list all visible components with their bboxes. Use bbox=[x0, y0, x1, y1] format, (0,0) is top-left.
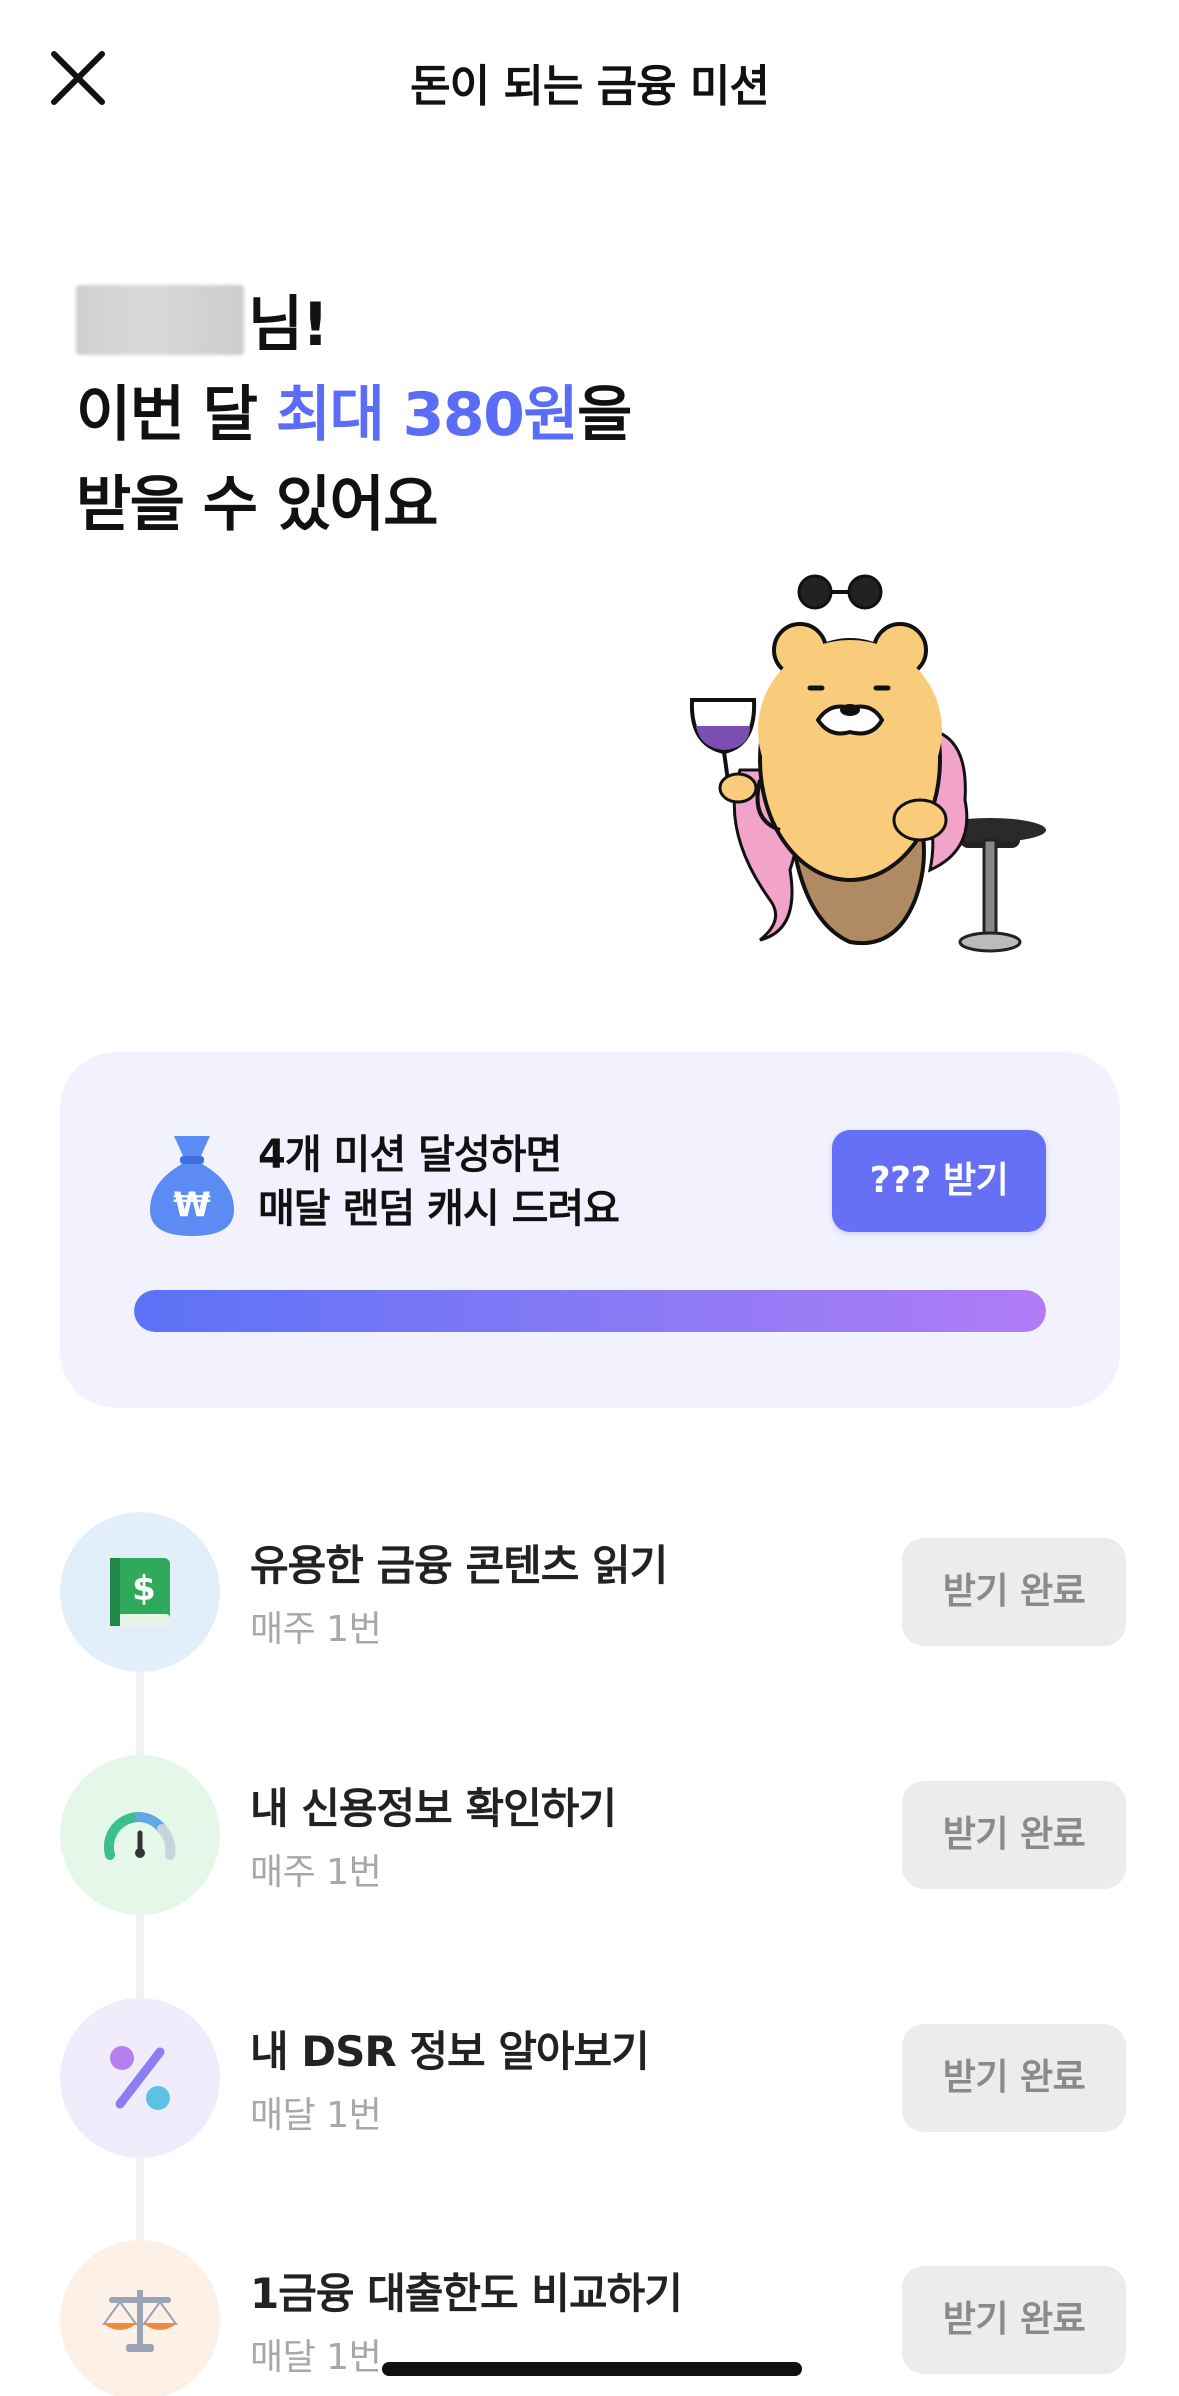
svg-text:$: $ bbox=[132, 1569, 156, 1609]
hero-greeting: 님! bbox=[76, 280, 631, 370]
mission-icon-circle bbox=[60, 1755, 220, 1915]
name-suffix: 님! bbox=[248, 290, 329, 360]
receive-reward-button[interactable]: ??? 받기 bbox=[832, 1130, 1046, 1232]
mission-item-dsr: 내 DSR 정보 알아보기 매달 1번 받기 완료 bbox=[0, 1998, 1179, 2168]
mission-card-text: 4개 미션 달성하면 매달 랜덤 캐시 드려요 bbox=[258, 1128, 620, 1236]
reward-done-button[interactable]: 받기 완료 bbox=[902, 2024, 1126, 2132]
mission-title: 유용한 금융 콘텐츠 읽기 bbox=[250, 1541, 668, 1590]
mission-summary-card: ₩ 4개 미션 달성하면 매달 랜덤 캐시 드려요 ??? 받기 bbox=[60, 1052, 1120, 1408]
finance-book-icon: $ bbox=[110, 1558, 170, 1626]
mission-progress-fill bbox=[134, 1290, 1046, 1332]
percent-icon bbox=[110, 2046, 170, 2110]
mission-card-line2: 매달 랜덤 캐시 드려요 bbox=[258, 1186, 620, 1232]
hero-line3: 받을 수 있어요 bbox=[76, 470, 438, 540]
home-indicator bbox=[382, 2362, 802, 2376]
mission-title: 내 DSR 정보 알아보기 bbox=[250, 2027, 650, 2076]
reward-done-button[interactable]: 받기 완료 bbox=[902, 1781, 1126, 1889]
mission-icon-circle bbox=[60, 2240, 220, 2396]
mission-progress-bar bbox=[134, 1290, 1046, 1332]
hero-reward-line: 이번 달 최대 380원을 bbox=[76, 370, 632, 460]
gauge-icon bbox=[103, 1812, 176, 1860]
scale-icon bbox=[102, 2290, 178, 2352]
hero-line2-suffix: 을 bbox=[577, 380, 632, 450]
mission-frequency: 매달 1번 bbox=[250, 2337, 382, 2378]
money-bag-icon: ₩ bbox=[144, 1130, 240, 1240]
finance-mission-page: 돈이 되는 금융 미션 님! 이번 달 최대 380원을 받을 수 있어요 ₩ … bbox=[0, 0, 1179, 2396]
mission-frequency: 매주 1번 bbox=[250, 1852, 382, 1893]
hero-text: 님! 이번 달 최대 380원을 받을 수 있어요 bbox=[76, 280, 632, 550]
mission-icon-circle: $ bbox=[60, 1512, 220, 1672]
header: 돈이 되는 금융 미션 bbox=[0, 0, 1179, 160]
max-reward-amount: 최대 380원 bbox=[275, 380, 579, 450]
mission-title: 내 신용정보 확인하기 bbox=[250, 1784, 617, 1833]
mission-icon-circle bbox=[60, 1998, 220, 2158]
svg-text:₩: ₩ bbox=[173, 1185, 211, 1225]
blurred-user-name bbox=[76, 285, 244, 355]
mission-title: 1금융 대출한도 비교하기 bbox=[250, 2269, 683, 2318]
hero-line2-prefix: 이번 달 bbox=[76, 380, 276, 450]
mission-frequency: 매주 1번 bbox=[250, 1609, 382, 1650]
character-illustration bbox=[689, 570, 1050, 960]
mission-frequency: 매달 1번 bbox=[250, 2095, 382, 2136]
page-title: 돈이 되는 금융 미션 bbox=[410, 61, 770, 112]
mission-item-content: $ 유용한 금융 콘텐츠 읽기 매주 1번 받기 완료 bbox=[0, 1512, 1179, 1682]
reward-done-button[interactable]: 받기 완료 bbox=[902, 2266, 1126, 2374]
reward-done-button[interactable]: 받기 완료 bbox=[902, 1538, 1126, 1646]
mission-card-line1: 4개 미션 달성하면 bbox=[258, 1132, 562, 1178]
mission-item-credit: 내 신용정보 확인하기 매주 1번 받기 완료 bbox=[0, 1755, 1179, 1925]
